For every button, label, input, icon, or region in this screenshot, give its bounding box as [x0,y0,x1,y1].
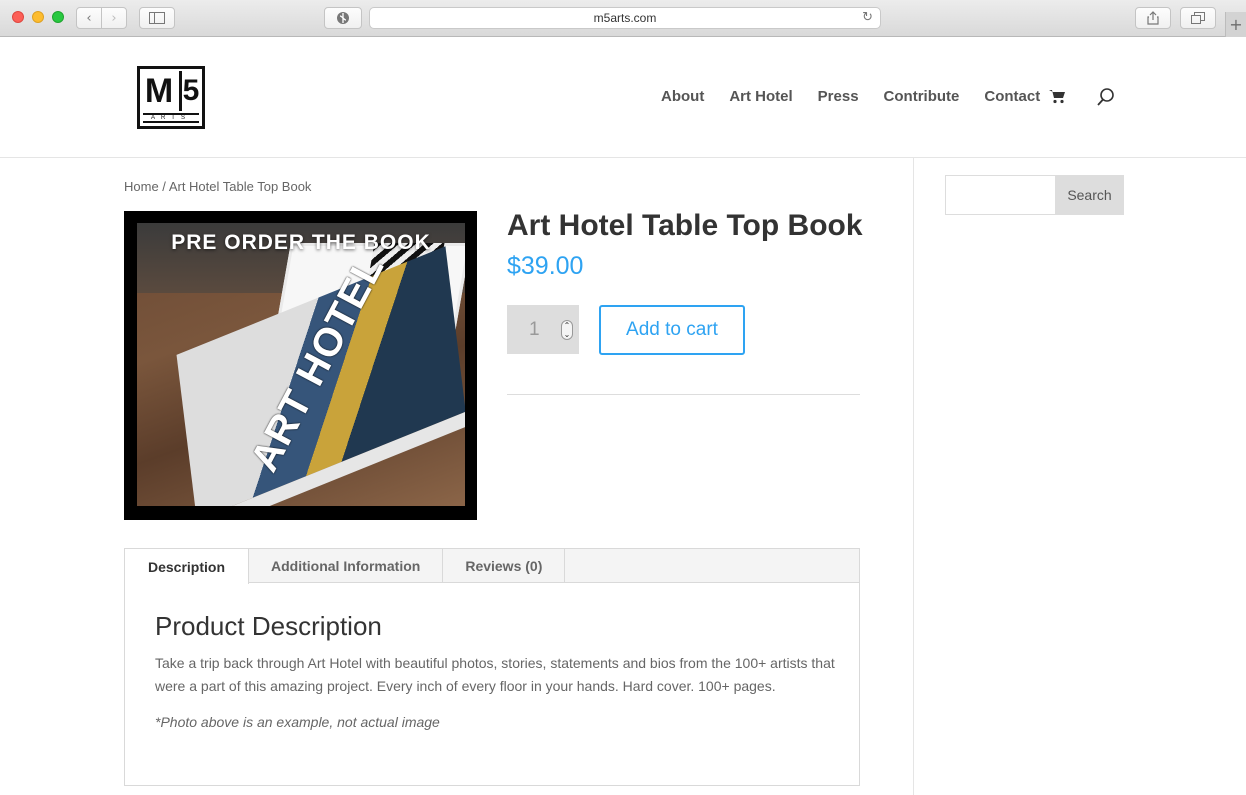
image-headline: PRE ORDER THE BOOK [171,231,431,254]
product-image[interactable]: ART HOTEL PRE ORDER THE BOOK [124,211,477,520]
reload-icon[interactable]: ↻ [862,10,873,25]
nav-link-contribute[interactable]: Contribute [884,88,960,105]
tab-panel-description: Product Description Take a trip back thr… [155,611,835,734]
nav-link-about[interactable]: About [661,88,704,105]
main-navigation: About Art Hotel Press Contribute Contact [661,88,1065,105]
logo-digit-5: 5 [179,71,200,111]
tabs-icon [1191,12,1205,24]
breadcrumb: Home / Art Hotel Table Top Book [124,179,311,194]
tab-reviews[interactable]: Reviews (0) [443,549,566,583]
sidebar-icon [149,12,165,24]
cart-icon[interactable] [1048,87,1066,105]
product-description-text: Take a trip back through Art Hotel with … [155,655,835,694]
product-tabs: Description Additional Information Revie… [124,548,860,786]
shield-icon [337,12,349,24]
chevron-left-icon: ‹ [86,10,92,26]
product-photo: ART HOTEL PRE ORDER THE BOOK [137,223,465,506]
product-divider [507,394,860,395]
nav-link-art-hotel[interactable]: Art Hotel [729,88,792,105]
logo-letter-m: M [144,72,174,110]
breadcrumb-current: Art Hotel Table Top Book [168,179,312,194]
sidebar-search-form: Search [945,175,1124,215]
share-button[interactable] [1135,7,1171,29]
new-tab-button[interactable]: + [1225,12,1246,37]
chevron-right-icon: › [111,10,117,26]
tab-additional-information[interactable]: Additional Information [249,549,444,583]
zoom-window-button[interactable] [52,11,64,23]
sidebar-divider [913,158,914,795]
sidebar-toggle-button[interactable] [139,7,175,29]
tab-bar: Description Additional Information Revie… [125,549,859,584]
product-price: $39.00 [507,252,584,280]
nav-link-contact[interactable]: Contact [984,88,1040,105]
tab-description[interactable]: Description [125,549,249,584]
logo-arts-text: ARTS [143,113,199,123]
quantity-input[interactable]: 1 ⌃ ⌄ [507,305,579,354]
sidebar-search-input[interactable] [945,175,1055,215]
back-button[interactable]: ‹ [76,7,102,29]
address-bar[interactable]: m5arts.com ↻ [369,7,881,29]
product-title: Art Hotel Table Top Book [507,209,863,242]
site-logo[interactable]: M 5 ARTS [137,66,205,129]
main-content: Home / Art Hotel Table Top Book ART HOTE… [0,158,1246,795]
photo-note: *Photo above is an example, not actual i… [155,714,440,730]
site-header: M 5 ARTS About Art Hotel Press Contribut… [0,37,1246,158]
quantity-stepper[interactable]: ⌃ ⌄ [561,320,573,340]
browser-toolbar: ‹ › m5arts.com ↻ + [0,0,1246,37]
search-icon[interactable] [1096,87,1116,107]
nav-link-press[interactable]: Press [818,88,859,105]
show-tabs-button[interactable] [1180,7,1216,29]
quantity-value: 1 [529,318,540,340]
share-icon [1147,11,1159,25]
minimize-window-button[interactable] [32,11,44,23]
close-window-button[interactable] [12,11,24,23]
privacy-report-button[interactable] [324,7,362,29]
plus-icon: + [1229,15,1243,34]
breadcrumb-separator: / [158,179,169,194]
forward-button[interactable]: › [101,7,127,29]
breadcrumb-home-link[interactable]: Home [124,179,159,194]
product-description-heading: Product Description [155,611,382,641]
url-text: m5arts.com [593,11,657,25]
add-to-cart-button[interactable]: Add to cart [599,305,745,355]
sidebar-search-button[interactable]: Search [1055,175,1124,215]
